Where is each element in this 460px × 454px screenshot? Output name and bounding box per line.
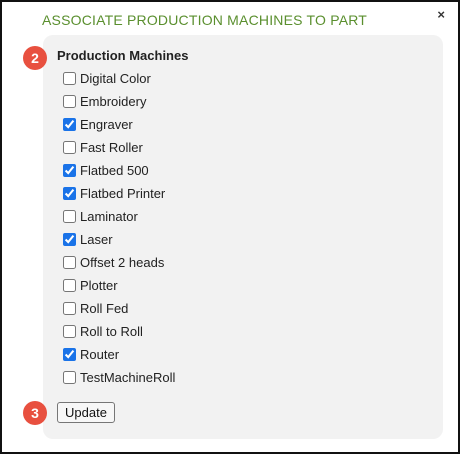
machine-label[interactable]: Fast Roller [80, 140, 143, 155]
section-label: Production Machines [57, 48, 189, 63]
machine-label[interactable]: Roll to Roll [80, 324, 143, 339]
machine-item: Offset 2 heads [63, 251, 175, 274]
machine-label[interactable]: Plotter [80, 278, 118, 293]
dialog-title: ASSOCIATE PRODUCTION MACHINES TO PART [42, 12, 368, 28]
machine-checkbox-list: Digital Color Embroidery Engraver Fast Roll… [63, 67, 175, 389]
machine-checkbox[interactable] [63, 187, 76, 200]
machine-label[interactable]: Flatbed Printer [80, 186, 165, 201]
update-button[interactable]: Update [57, 402, 115, 423]
machine-item: Roll to Roll [63, 320, 175, 343]
machine-checkbox[interactable] [63, 141, 76, 154]
machine-item: Engraver [63, 113, 175, 136]
machine-item: Router [63, 343, 175, 366]
machine-item: Embroidery [63, 90, 175, 113]
machine-checkbox[interactable] [63, 72, 76, 85]
machine-checkbox[interactable] [63, 256, 76, 269]
machine-label[interactable]: Roll Fed [80, 301, 128, 316]
machine-label[interactable]: Embroidery [80, 94, 146, 109]
machine-item: Digital Color [63, 67, 175, 90]
machine-label[interactable]: Laminator [80, 209, 138, 224]
machine-item: TestMachineRoll [63, 366, 175, 389]
machine-checkbox[interactable] [63, 164, 76, 177]
step-badge-3: 3 [23, 401, 47, 425]
machine-item: Laminator [63, 205, 175, 228]
machine-label[interactable]: Router [80, 347, 119, 362]
machine-checkbox[interactable] [63, 371, 76, 384]
step-badge-2: 2 [23, 46, 47, 70]
machine-checkbox[interactable] [63, 95, 76, 108]
machine-label[interactable]: Digital Color [80, 71, 151, 86]
machine-item: Flatbed 500 [63, 159, 175, 182]
machine-checkbox[interactable] [63, 118, 76, 131]
close-icon[interactable]: × [437, 8, 445, 22]
machine-checkbox[interactable] [63, 210, 76, 223]
machine-label[interactable]: TestMachineRoll [80, 370, 175, 385]
machine-item: Laser [63, 228, 175, 251]
machine-checkbox[interactable] [63, 348, 76, 361]
machine-item: Flatbed Printer [63, 182, 175, 205]
machine-checkbox[interactable] [63, 302, 76, 315]
machine-item: Fast Roller [63, 136, 175, 159]
machine-label[interactable]: Offset 2 heads [80, 255, 164, 270]
machine-label[interactable]: Flatbed 500 [80, 163, 149, 178]
machine-checkbox[interactable] [63, 325, 76, 338]
machine-item: Roll Fed [63, 297, 175, 320]
machine-checkbox[interactable] [63, 233, 76, 246]
machine-label[interactable]: Engraver [80, 117, 133, 132]
machine-checkbox[interactable] [63, 279, 76, 292]
machine-label[interactable]: Laser [80, 232, 113, 247]
machine-item: Plotter [63, 274, 175, 297]
